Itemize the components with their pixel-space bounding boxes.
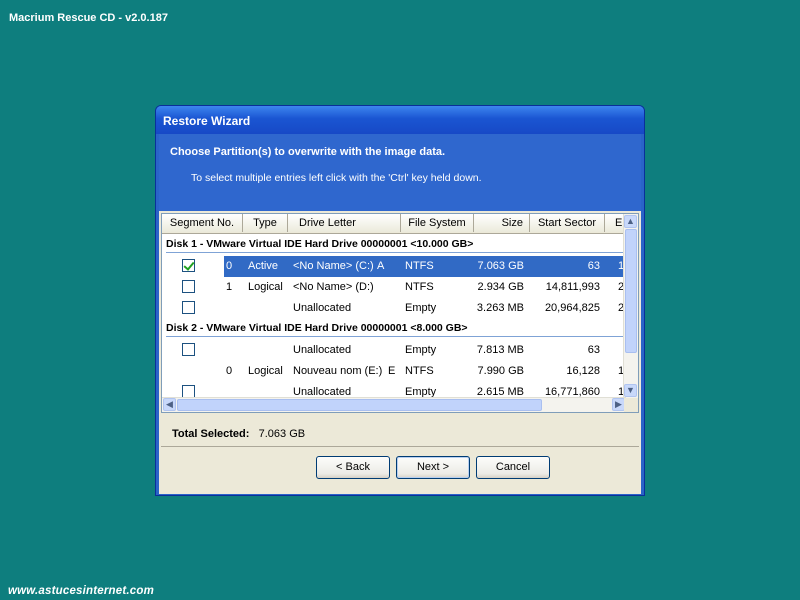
partition-row-d[interactable]: 1 Logical <No Name> (D:) NTFS 2.934 GB 1…	[162, 277, 628, 298]
cell-start: 63	[587, 260, 600, 272]
cell-drive: Unallocated	[293, 344, 352, 356]
partition-row-e[interactable]: 0 Logical Nouveau nom (E:) E NTFS 7.990 …	[162, 361, 628, 382]
cell-drive: <No Name> (D:)	[293, 281, 374, 293]
restore-wizard-dialog: Restore Wizard Choose Partition(s) to ov…	[155, 105, 645, 496]
watermark: www.astucesinternet.com	[8, 585, 155, 597]
cell-drive: Nouveau nom (E:)	[293, 365, 383, 377]
total-selected-value: 7.063 GB	[258, 428, 306, 440]
partition-row-c[interactable]: 0 Active <No Name> (C:) A NTFS 7.063 GB …	[162, 256, 630, 277]
wizard-header: Choose Partition(s) to overwrite with th…	[159, 134, 641, 211]
vertical-scroll-thumb[interactable]	[625, 229, 637, 353]
back-button[interactable]: < Back	[316, 456, 390, 479]
cancel-button[interactable]: Cancel	[476, 456, 550, 479]
cell-fs: Empty	[405, 344, 437, 356]
partition-row-unallocated-1[interactable]: Unallocated Empty 3.263 MB 20,964,825 2(	[162, 298, 628, 319]
column-start-sector[interactable]: Start Sector	[530, 214, 605, 232]
button-separator	[161, 446, 639, 447]
cell-fs: NTFS	[405, 260, 434, 272]
column-type[interactable]: Type	[243, 214, 288, 232]
wizard-heading: Choose Partition(s) to overwrite with th…	[170, 146, 446, 158]
wizard-body: Segment No. Type Drive Letter File Syste…	[159, 211, 641, 494]
disk-1-divider	[166, 252, 626, 253]
cell-type: Logical	[248, 365, 283, 377]
cell-fs: NTFS	[405, 365, 434, 377]
partition-row-unallocated-2[interactable]: Unallocated Empty 7.813 MB 63	[162, 340, 626, 361]
wizard-subheading: To select multiple entries left click wi…	[191, 172, 482, 184]
vertical-scrollbar[interactable]: ▲ ▼	[623, 214, 638, 398]
row-checkbox[interactable]	[182, 280, 195, 293]
cell-segment: 0	[226, 365, 233, 377]
disk-2-group-label: Disk 2 - VMware Virtual IDE Hard Drive 0…	[166, 322, 468, 334]
cell-segment: 1	[226, 281, 233, 293]
cell-size: 7.990 GB	[477, 365, 524, 377]
cell-flag: A	[377, 260, 385, 272]
dialog-title: Restore Wizard	[163, 114, 251, 128]
cell-type: Logical	[248, 281, 283, 293]
total-selected-label: Total Selected:	[172, 428, 250, 440]
cell-size: 7.813 MB	[476, 344, 524, 356]
cell-type: Active	[248, 260, 278, 272]
row-checkbox[interactable]	[182, 301, 195, 314]
app-title: Macrium Rescue CD - v2.0.187	[9, 12, 168, 24]
scrollbar-corner	[624, 398, 638, 412]
cell-segment: 0	[226, 260, 233, 272]
cell-drive: Unallocated	[293, 302, 352, 314]
cell-fs: NTFS	[405, 281, 434, 293]
scroll-up-icon[interactable]: ▲	[624, 215, 637, 228]
cell-size: 3.263 MB	[476, 302, 524, 314]
next-button[interactable]: Next >	[396, 456, 470, 479]
column-size[interactable]: Size	[474, 214, 530, 232]
scroll-left-icon[interactable]: ◀	[163, 398, 176, 411]
scroll-down-icon[interactable]: ▼	[624, 384, 637, 397]
total-selected: Total Selected: 7.063 GB	[172, 428, 305, 440]
cell-size: 7.063 GB	[477, 260, 524, 272]
cell-flag: E	[388, 365, 396, 377]
row-checkbox[interactable]	[182, 343, 195, 356]
cell-start: 16,128	[566, 365, 600, 377]
horizontal-scroll-thumb[interactable]	[177, 399, 542, 411]
column-header: Segment No. Type Drive Letter File Syste…	[162, 214, 626, 234]
row-checkbox-checked[interactable]	[182, 259, 195, 272]
disk-2-divider	[166, 336, 626, 337]
partition-list[interactable]: Segment No. Type Drive Letter File Syste…	[161, 213, 639, 413]
disk-1-group-label: Disk 1 - VMware Virtual IDE Hard Drive 0…	[166, 238, 474, 250]
cell-size: 2.934 GB	[477, 281, 524, 293]
dialog-titlebar[interactable]: Restore Wizard	[156, 106, 644, 134]
cell-start: 63	[587, 344, 600, 356]
column-drive-letter[interactable]: Drive Letter	[288, 214, 401, 232]
cell-start: 20,964,825	[544, 302, 600, 314]
column-file-system[interactable]: File System	[401, 214, 474, 232]
cell-start: 14,811,993	[545, 281, 600, 293]
horizontal-scrollbar[interactable]: ◀ ▶	[162, 397, 626, 412]
cell-drive: <No Name> (C:)	[293, 260, 374, 272]
cell-fs: Empty	[405, 302, 437, 314]
column-segment-no[interactable]: Segment No.	[162, 214, 243, 232]
